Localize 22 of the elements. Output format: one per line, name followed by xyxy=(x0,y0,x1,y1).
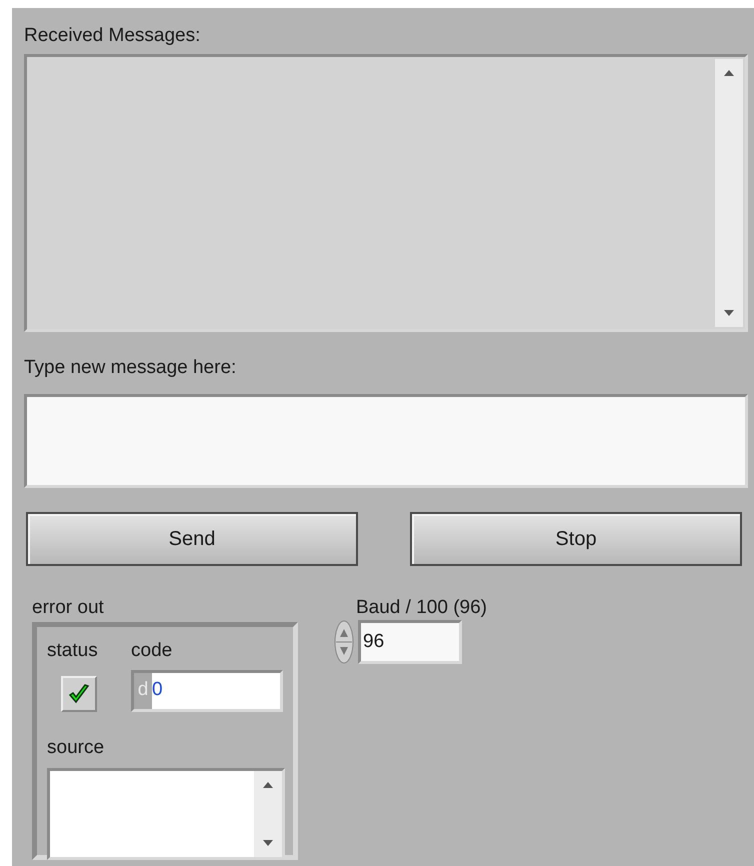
scrollbar[interactable] xyxy=(254,771,282,857)
action-button[interactable]: Stop xyxy=(410,512,742,566)
code-value: 0 xyxy=(152,672,280,708)
field-label: Type new message here: xyxy=(24,356,238,380)
scroll-down-icon[interactable] xyxy=(723,309,735,317)
status-label: status xyxy=(47,639,98,663)
source-label: source xyxy=(47,736,106,760)
code-field[interactable]: d 0 xyxy=(131,670,283,712)
code-label: code xyxy=(131,639,172,663)
action-button[interactable]: Send xyxy=(26,512,358,566)
scroll-up-icon[interactable] xyxy=(262,781,274,789)
scroll-down-icon[interactable] xyxy=(262,839,274,847)
field-label: Received Messages: xyxy=(24,24,202,48)
baud-field[interactable]: 96 xyxy=(358,620,462,664)
increment-decrement-icon[interactable] xyxy=(334,620,354,664)
source-field[interactable] xyxy=(47,768,285,860)
scrollbar[interactable] xyxy=(715,59,743,327)
scroll-up-icon[interactable] xyxy=(723,69,735,77)
cluster-label: error out xyxy=(32,596,105,620)
message-input[interactable] xyxy=(24,394,748,488)
baud-label: Baud / 100 (96) xyxy=(355,596,487,618)
check-icon xyxy=(68,682,90,704)
